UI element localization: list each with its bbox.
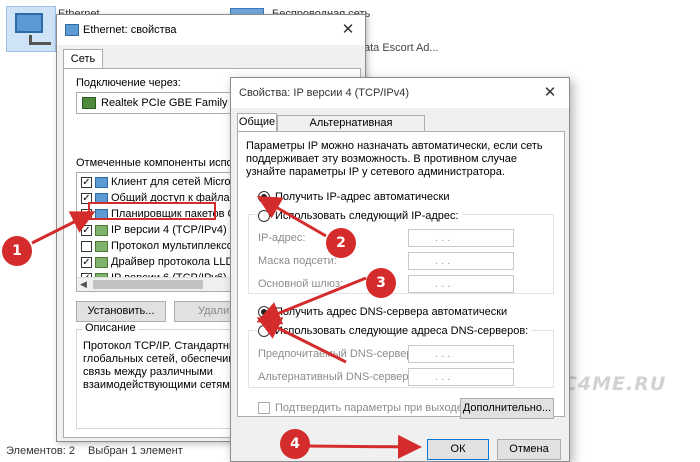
ipv4-properties-dialog: Свойства: IP версии 4 (TCP/IPv4) ✕ Общие… <box>230 77 570 462</box>
preferred-dns-label: Предпочитаемый DNS-сервер: <box>258 348 416 360</box>
protocol-icon <box>95 225 108 236</box>
component-checkbox[interactable]: ✓ <box>81 257 92 268</box>
tab-network[interactable]: Сеть <box>63 49 103 69</box>
ip-auto-label[interactable]: Получить IP-адрес автоматически <box>275 191 449 203</box>
alternate-dns-field[interactable]: . . . <box>408 368 514 386</box>
ip-address-label: IP-адрес: <box>258 232 306 244</box>
dns-auto-label[interactable]: Получить адрес DNS-сервера автоматически <box>275 306 507 318</box>
subnet-mask-field[interactable]: . . . <box>408 252 514 270</box>
status-selected-count: Выбран 1 элемент <box>88 445 183 457</box>
dns-auto-radio[interactable] <box>258 306 270 318</box>
network-client-icon <box>95 177 108 188</box>
protocol-icon <box>95 257 108 268</box>
escort-adapter-label: ata Escort Ad... <box>364 42 439 54</box>
network-card-icon <box>82 97 96 109</box>
close-icon[interactable]: ✕ <box>335 19 361 41</box>
general-tab-panel: Параметры IP можно назначать автоматичес… <box>237 131 565 419</box>
advanced-button[interactable]: Дополнительно... <box>460 398 554 419</box>
intro-text: Параметры IP можно назначать автоматичес… <box>246 140 543 178</box>
component-checkbox[interactable]: ✓ <box>81 225 92 236</box>
step-marker-2: 2 <box>326 228 356 258</box>
step-marker-3: 3 <box>366 268 396 298</box>
alternate-dns-label: Альтернативный DNS-сервер: <box>258 371 412 383</box>
protocol-icon <box>95 241 108 252</box>
install-button[interactable]: Установить... <box>76 301 166 322</box>
description-legend: Описание <box>83 322 138 334</box>
tab-general[interactable]: Общие <box>237 113 277 132</box>
connect-via-label: Подключение через: <box>76 77 181 89</box>
dns-manual-label[interactable]: Использовать следующие адреса DNS-сервер… <box>275 325 532 337</box>
gateway-label: Основной шлюз: <box>258 278 344 290</box>
ip-address-field[interactable]: . . . <box>408 229 514 247</box>
component-checkbox[interactable] <box>81 241 92 252</box>
cancel-button[interactable]: Отмена <box>497 439 561 460</box>
status-item-count: Элементов: 2 <box>6 445 75 457</box>
gateway-field[interactable]: . . . <box>408 275 514 293</box>
step-marker-1: 1 <box>2 236 32 266</box>
ethernet-adapter-icon[interactable] <box>6 6 56 52</box>
scroll-left-icon[interactable]: ◀ <box>80 279 87 290</box>
close-icon[interactable]: ✕ <box>537 82 563 104</box>
step-marker-4: 4 <box>280 429 310 459</box>
ip-manual-radio[interactable] <box>258 210 270 222</box>
subnet-mask-label: Маска подсети: <box>258 255 337 267</box>
component-checkbox[interactable]: ✓ <box>81 177 92 188</box>
network-icon <box>65 24 79 36</box>
dns-manual-radio[interactable] <box>258 325 270 337</box>
ip-manual-label[interactable]: Использовать следующий IP-адрес: <box>275 210 462 222</box>
dialog-titlebar[interactable]: Ethernet: свойства ✕ <box>57 15 365 45</box>
validate-checkbox[interactable] <box>258 402 270 414</box>
preferred-dns-field[interactable]: . . . <box>408 345 514 363</box>
validate-label[interactable]: Подтвердить параметры при выходе <box>275 402 463 414</box>
scroll-thumb[interactable] <box>93 280 203 289</box>
dialog-titlebar[interactable]: Свойства: IP версии 4 (TCP/IPv4) ✕ <box>231 78 569 108</box>
tab-alternate-config[interactable]: Альтернативная конфигурация <box>277 115 425 144</box>
ok-button[interactable]: ОК <box>427 439 489 460</box>
dialog-title: Свойства: IP версии 4 (TCP/IPv4) <box>239 87 410 99</box>
ip-auto-radio[interactable] <box>258 191 270 203</box>
dialog-title: Ethernet: свойства <box>83 24 177 36</box>
ipv4-highlight-box <box>88 202 216 220</box>
